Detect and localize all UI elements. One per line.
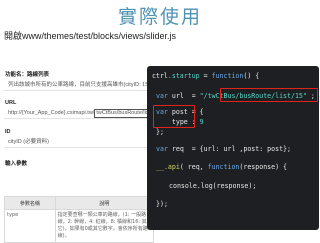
code-token-function: function: [208, 163, 240, 171]
code-token-api: __.api: [156, 163, 180, 171]
code-token-console: console.log(response);: [169, 182, 256, 190]
code-token-req: req = {url: url ,post: post};: [168, 145, 291, 153]
url-highlight: twCtBus/busRoute/list/: [94, 109, 153, 118]
input-section: 輸入參數: [4, 160, 154, 169]
code-token-type-value: 9: [200, 118, 204, 126]
url-section: URL http://{Your_App_Code}.csimapi.tw/tw…: [4, 99, 154, 119]
url-string-highlight: [220, 88, 318, 102]
code-token-function: function: [212, 72, 244, 80]
param-table: 參數名稱 說明 type 指定要查哪一類公車的路線，(1: 一般路線，2: 幹線…: [4, 196, 154, 243]
url-label: URL: [4, 99, 154, 108]
function-label: 功能名：路線列表: [4, 71, 154, 80]
code-line-5: };: [156, 128, 164, 136]
function-description: 列出該城市所有的公車路線，目前只支援高雄市(cityID: 15)。: [4, 80, 154, 91]
param-name-cell: type: [5, 210, 56, 243]
code-token-callback: (response) {: [239, 163, 287, 171]
id-label: ID: [4, 128, 154, 137]
code-token-startup: .startup: [168, 72, 200, 80]
param-desc-header: 說明: [55, 197, 153, 210]
code-token-var: var: [156, 92, 168, 100]
id-description: cityID (必要資料): [4, 137, 154, 148]
code-token-args: ( req,: [180, 163, 208, 171]
post-type-highlight: [153, 105, 195, 128]
code-token-url: url =: [168, 92, 200, 100]
file-path-subtitle: 開啟www/themes/test/blocks/views/slider.js: [4, 29, 176, 42]
table-row: type 指定要查哪一類公車的路線，(1: 一般路線，2: 幹線，4: 紅線，8…: [5, 210, 154, 243]
code-line-8: console.log(response);: [169, 182, 256, 190]
param-desc-cell: 指定要查哪一類公車的路線，(1: 一般路線，2: 幹線，4: 紅線，8: 橘線和…: [55, 210, 153, 243]
id-section: ID cityID (必要資料): [4, 128, 154, 148]
param-table-header: 參數名稱 說明: [5, 197, 154, 210]
code-token-close: };: [156, 128, 164, 136]
code-token-var: var: [156, 145, 168, 153]
code-line-9: });: [156, 200, 168, 208]
code-line-6: var req = {url: url ,post: post};: [156, 145, 291, 153]
code-line-7: __.api( req, function(response) {: [156, 163, 287, 171]
code-token-paren: () {: [243, 72, 259, 80]
url-prefix: http://{Your_App_Code}.csimapi.tw/: [8, 110, 94, 116]
input-label: 輸入參數: [4, 160, 154, 169]
code-panel: ctrl.startup = function() { var url = "/…: [147, 66, 319, 230]
param-name-header: 參數名稱: [5, 197, 56, 210]
slide-title: 實際使用: [0, 2, 320, 29]
code-token-ctrl: ctrl: [152, 72, 168, 80]
code-token-eq: =: [200, 72, 212, 80]
code-token-end: });: [156, 200, 168, 208]
function-section: 功能名：路線列表 列出該城市所有的公車路線，目前只支援高雄市(cityID: 1…: [4, 71, 154, 91]
code-line-1: ctrl.startup = function() {: [152, 72, 259, 80]
url-value: http://{Your_App_Code}.csimapi.tw/twCtBu…: [4, 108, 154, 119]
